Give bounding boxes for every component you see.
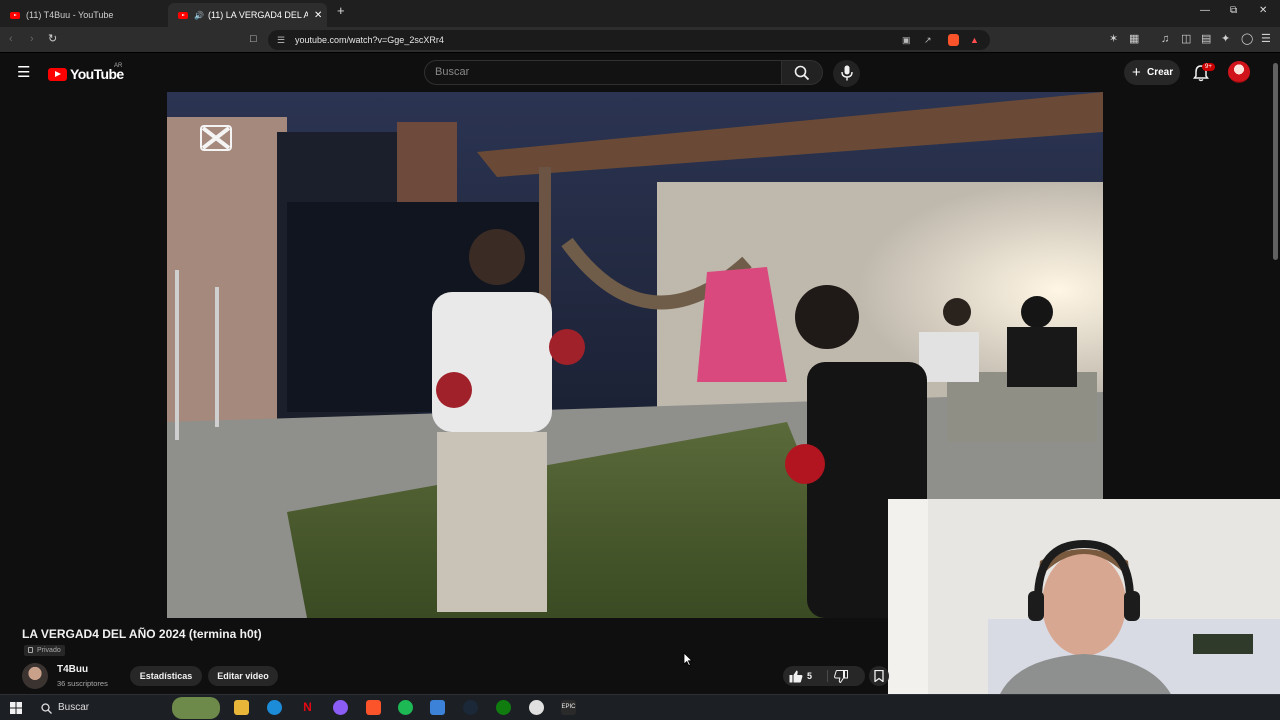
plus-icon: + [1132,64,1141,81]
lock-icon [28,647,33,653]
playlist-icon[interactable]: ▤ [1201,33,1211,45]
speaker-icon: 🔊 [194,10,204,20]
like-dislike-group [783,666,865,686]
brave-shields-icon[interactable] [948,34,959,46]
youtube-favicon-icon [178,11,188,19]
bookmark-icon[interactable]: □ [250,33,257,45]
microsoft-store-icon[interactable] [430,700,445,715]
cast-icon[interactable]: ▣ [902,30,911,50]
windows-taskbar: Buscar N EPIC [0,694,1280,720]
edit-video-button[interactable]: Editar video [208,666,278,686]
netflix-icon[interactable]: N [300,700,315,715]
edge-icon[interactable] [267,700,282,715]
youtube-play-icon [48,67,67,81]
epic-games-icon[interactable]: EPIC [561,700,576,715]
youtube-logo[interactable]: YouTube AR [48,63,124,82]
restore-button[interactable]: ⧉ [1230,5,1237,16]
like-divider [827,670,828,682]
brave-rewards-icon[interactable]: ▲ [970,30,979,50]
share-icon[interactable]: ↗ [924,30,932,50]
vpn-icon[interactable]: ◯ [1241,33,1253,45]
save-button[interactable] [869,666,889,686]
dislike-icon[interactable] [834,670,848,683]
file-explorer-icon[interactable] [234,700,249,715]
minimize-button[interactable]: — [1200,5,1210,16]
close-window-button[interactable]: ✕ [1259,5,1267,16]
youtube-header: ☰ YouTube AR Buscar + Crear 9+ [0,54,1280,92]
stats-button[interactable]: Estadísticas [130,666,202,686]
microphone-icon [841,65,853,81]
messenger-icon[interactable] [333,700,348,715]
tab-video[interactable]: 🔊 (11) LA VERGAD4 DEL AÑO 2 ✕ [168,3,327,27]
windows-start-icon[interactable] [10,702,22,714]
like-count: 5 [807,671,813,681]
privacy-badge: Privado [24,645,65,656]
search-button[interactable] [781,60,823,85]
like-icon[interactable] [789,670,803,683]
spotify-icon[interactable] [398,700,413,715]
new-tab-button[interactable]: + [337,3,345,18]
webcam-frame [888,499,1280,720]
url-text: youtube.com/watch?v=Gge_2scXRr4 [295,35,444,45]
notification-badge: 9+ [1202,63,1215,71]
extensions-icon[interactable]: ✶ [1109,33,1118,45]
site-settings-icon[interactable]: ☰ [277,30,285,50]
wallet-icon[interactable]: ▦ [1129,33,1139,45]
privacy-label: Privado [37,647,61,654]
country-code: AR [114,63,123,69]
address-field[interactable]: ☰ youtube.com/watch?v=Gge_2scXRr4 ▣ ↗ ▲ [268,30,990,50]
youtube-favicon-icon [10,11,20,19]
search-highlight-icon [172,697,220,719]
page-scrollbar[interactable] [1273,63,1278,260]
browser-tab-bar: (11) T4Buu - YouTube 🔊 (11) LA VERGAD4 D… [0,0,1280,27]
search-icon [794,65,810,81]
leo-ai-icon[interactable]: ✦ [1221,33,1230,45]
mouse-cursor-icon [683,652,693,666]
video-title: LA VERGAD4 DEL AÑO 2024 (termina h0t) [22,627,262,641]
menu-icon[interactable]: ☰ [1261,33,1271,45]
steam-icon[interactable] [463,700,478,715]
tab-title: (11) T4Buu - YouTube [26,10,114,20]
xbox-icon[interactable] [496,700,511,715]
media-icon[interactable]: ♫ [1161,33,1169,45]
browser-toolbar: ‹ › ↻ □ ☰ youtube.com/watch?v=Gge_2scXRr… [0,27,1280,53]
taskbar-search-label: Buscar [58,702,90,713]
channel-avatar[interactable] [22,663,48,689]
subscriber-count: 36 suscriptores [57,679,108,688]
obs-icon[interactable] [529,700,544,715]
taskbar-search[interactable]: Buscar [32,697,222,719]
search-input[interactable]: Buscar [424,60,782,85]
webcam-overlay [888,499,1280,720]
reload-icon[interactable]: ↻ [48,33,57,45]
create-label: Crear [1147,67,1174,78]
hamburger-menu-icon[interactable]: ☰ [17,63,30,81]
search-icon [41,703,52,714]
close-tab-icon[interactable]: ✕ [314,10,322,21]
tab-channel[interactable]: (11) T4Buu - YouTube [0,3,168,27]
bookmark-save-icon [874,670,884,682]
search-placeholder: Buscar [435,66,470,78]
sidebar-icon[interactable]: ◫ [1181,33,1191,45]
create-button[interactable]: + Crear [1124,60,1180,85]
forward-icon[interactable]: › [30,33,34,45]
back-icon[interactable]: ‹ [9,33,13,45]
channel-name[interactable]: T4Buu [57,664,88,675]
voice-search-button[interactable] [833,60,860,87]
brave-icon[interactable] [366,700,381,715]
account-avatar[interactable] [1228,61,1250,83]
tab-title: (11) LA VERGAD4 DEL AÑO 2 [207,10,308,20]
